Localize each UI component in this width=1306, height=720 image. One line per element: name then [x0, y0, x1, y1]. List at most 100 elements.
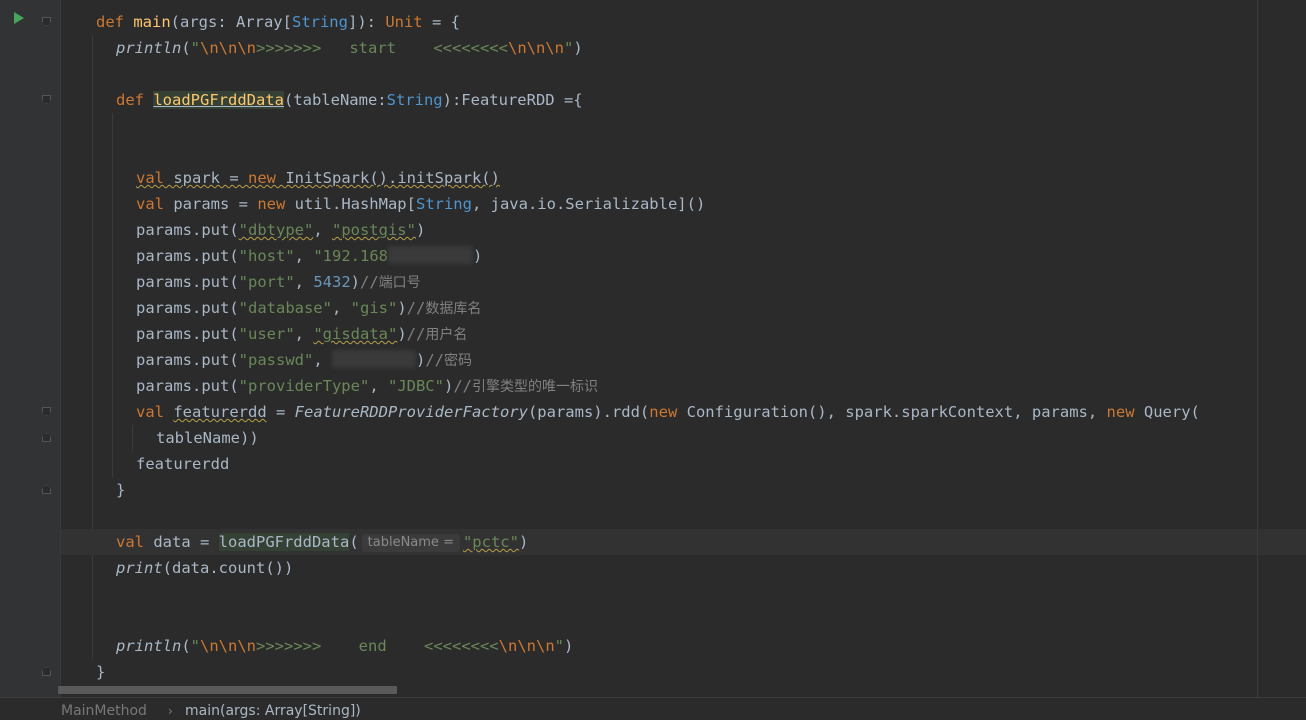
line-number-stub: [0, 243, 10, 269]
code-line[interactable]: [61, 139, 1306, 165]
code-token: spark =: [164, 169, 248, 187]
code-line[interactable]: println("\n\n\n>>>>>>> end <<<<<<<<\n\n\…: [61, 633, 1306, 659]
code-token: (: [181, 637, 191, 655]
line-number-stub: [0, 295, 10, 321]
code-text: val spark = new InitSpark().initSpark(): [136, 165, 500, 191]
code-token: >>>>>>> end <<<<<<<<: [256, 637, 499, 655]
redacted-value: [387, 246, 473, 264]
code-line[interactable]: params.put("host", "192.168): [61, 243, 1306, 269]
line-number-stub: [0, 165, 10, 191]
code-line[interactable]: val data = loadPGFrddData(tableName = "pc…: [61, 529, 1306, 555]
code-token: , java.io.Serializable](): [471, 195, 706, 213]
code-line[interactable]: def loadPGFrddData(tableName:String):Fea…: [61, 87, 1306, 113]
code-line[interactable]: params.put("dbtype", "postgis"): [61, 217, 1306, 243]
code-line[interactable]: [61, 61, 1306, 87]
code-token: "passwd": [238, 351, 314, 369]
code-text: params.put("port", 5432)//端口号: [136, 269, 421, 296]
code-token: new: [257, 195, 295, 213]
code-line[interactable]: params.put("port", 5432)//端口号: [61, 269, 1306, 295]
code-token: //: [406, 299, 426, 317]
breadcrumb-method[interactable]: main(args: Array[String]): [185, 703, 361, 719]
code-token: ): [443, 377, 454, 395]
fold-collapse-icon[interactable]: [42, 407, 51, 416]
code-token: //: [360, 273, 379, 291]
code-token: ,: [369, 377, 388, 395]
code-token: \n\n\n: [498, 637, 555, 655]
code-token: ): [350, 273, 360, 291]
code-token: println: [116, 39, 182, 57]
code-token: Unit: [385, 13, 423, 31]
code-token: String: [291, 13, 348, 31]
fold-collapse-icon[interactable]: [42, 95, 51, 104]
line-number-stub: [0, 399, 10, 425]
code-token: main: [133, 13, 171, 31]
code-text: val featurerdd = FeatureRDDProviderFacto…: [136, 399, 1200, 425]
code-token: ": [190, 637, 201, 655]
code-text: params.put("dbtype", "postgis"): [136, 217, 425, 243]
code-token: \n\n\n: [507, 39, 564, 57]
code-token: params.put(: [136, 247, 239, 265]
code-token: featurerdd: [173, 403, 267, 421]
code-line[interactable]: params.put("passwd", )//密码: [61, 347, 1306, 373]
line-number-stub: [0, 87, 10, 113]
code-line[interactable]: [61, 503, 1306, 529]
code-line[interactable]: params.put("user", "gisdata")//用户名: [61, 321, 1306, 347]
code-token: (data.count()): [162, 559, 294, 577]
run-icon[interactable]: [14, 12, 24, 24]
code-token: //: [425, 351, 444, 369]
code-token: "JDBC": [387, 377, 444, 395]
code-token: "gis": [350, 299, 398, 317]
code-token: "postgis": [331, 221, 416, 239]
code-line[interactable]: [61, 113, 1306, 139]
code-text: params.put("providerType", "JDBC")//引擎类型…: [136, 373, 598, 400]
code-line[interactable]: print(data.count()): [61, 555, 1306, 581]
code-token: "192.168: [313, 247, 388, 265]
code-line[interactable]: params.put("database", "gis")//数据库名: [61, 295, 1306, 321]
line-number-stub: [0, 633, 10, 659]
fold-end-icon[interactable]: [42, 667, 51, 676]
code-line[interactable]: [61, 607, 1306, 633]
code-line[interactable]: def main(args: Array[String]): Unit = {: [61, 9, 1306, 35]
line-number-stub: [0, 321, 10, 347]
line-number-stub: [0, 477, 10, 503]
code-line[interactable]: featurerdd: [61, 451, 1306, 477]
redacted-value: [331, 350, 416, 368]
code-line[interactable]: [61, 581, 1306, 607]
code-token: ]):: [347, 13, 386, 31]
code-token: ): [518, 533, 529, 551]
line-number-stub: [0, 581, 10, 607]
code-text: params.put("user", "gisdata")//用户名: [136, 321, 467, 348]
code-line[interactable]: params.put("providerType", "JDBC")//引擎类型…: [61, 373, 1306, 399]
code-token: val: [116, 533, 154, 551]
code-token: val: [136, 195, 174, 213]
code-line[interactable]: val featurerdd = FeatureRDDProviderFacto…: [61, 399, 1306, 425]
code-line[interactable]: val spark = new InitSpark().initSpark(): [61, 165, 1306, 191]
code-token: 密码: [444, 353, 472, 369]
code-token: ): [472, 247, 483, 265]
code-token: 用户名: [425, 327, 468, 343]
code-line[interactable]: }: [61, 477, 1306, 503]
code-token: ": [563, 39, 574, 57]
fold-end-icon[interactable]: [42, 485, 51, 494]
horizontal-scrollbar[interactable]: [58, 686, 397, 694]
code-line[interactable]: }: [61, 659, 1306, 685]
code-text: featurerdd: [136, 451, 229, 477]
code-token: ": [554, 637, 564, 655]
line-number-stub: [0, 35, 10, 61]
code-text: print(data.count()): [116, 555, 293, 581]
fold-collapse-icon[interactable]: [42, 17, 51, 26]
breadcrumb-object[interactable]: MainMethod: [61, 703, 147, 719]
code-token: val: [136, 169, 164, 187]
code-token: ,: [313, 221, 332, 239]
right-margin-line: [1257, 0, 1258, 697]
line-number-stub: [0, 451, 10, 477]
code-line[interactable]: tableName)): [61, 425, 1306, 451]
code-token: Query(: [1143, 403, 1200, 421]
code-line[interactable]: val params = new util.HashMap[String, ja…: [61, 191, 1306, 217]
code-line[interactable]: println("\n\n\n>>>>>>> start <<<<<<<<\n\…: [61, 35, 1306, 61]
code-token: println: [116, 637, 182, 655]
fold-end-icon[interactable]: [42, 433, 51, 442]
code-token: ): [397, 299, 407, 317]
code-token: params.put(: [136, 325, 239, 343]
code-editor[interactable]: def main(args: Array[String]): Unit = {p…: [61, 0, 1306, 697]
